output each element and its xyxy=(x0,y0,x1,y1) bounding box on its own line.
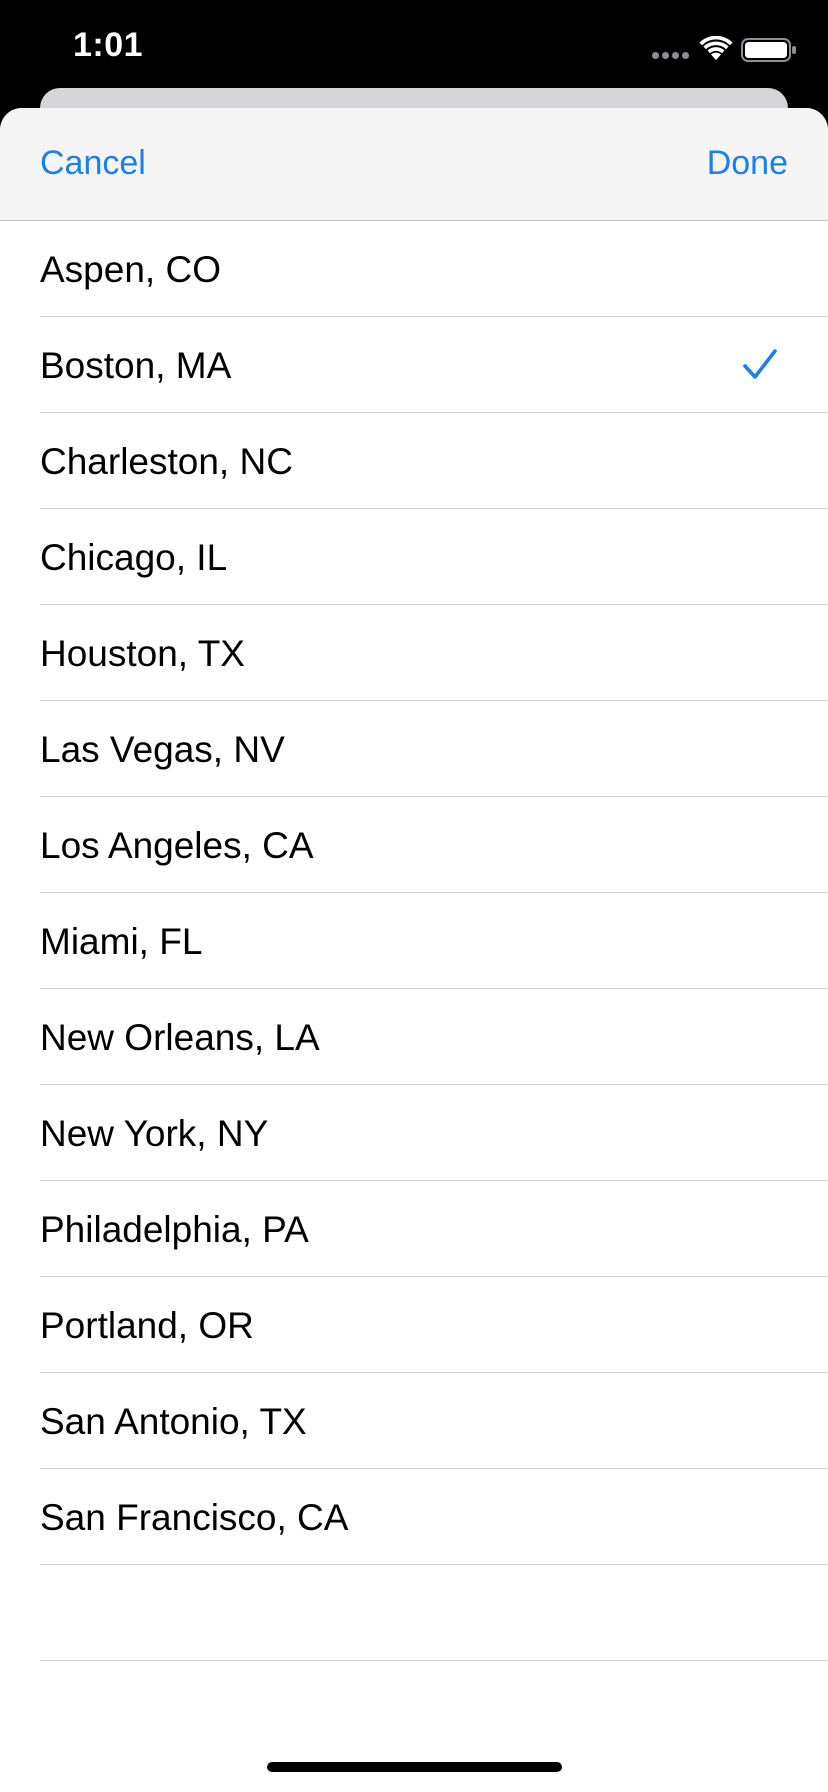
city-row[interactable]: San Antonio, TX xyxy=(0,1373,828,1469)
city-label: Houston, TX xyxy=(40,633,245,674)
city-label: Los Angeles, CA xyxy=(40,825,314,866)
city-label: San Antonio, TX xyxy=(40,1401,307,1442)
city-row[interactable]: Los Angeles, CA xyxy=(0,797,828,893)
city-row[interactable]: Miami, FL xyxy=(0,893,828,989)
signal-dots-icon xyxy=(652,52,692,60)
city-label: Philadelphia, PA xyxy=(40,1209,309,1250)
status-bar: 1:01 xyxy=(0,0,828,96)
city-label: Aspen, CO xyxy=(40,249,221,290)
city-row[interactable]: Portland, OR xyxy=(0,1277,828,1373)
battery-icon xyxy=(741,38,796,62)
city-label: Boston, MA xyxy=(40,345,232,386)
done-button[interactable]: Done xyxy=(707,144,788,183)
city-row[interactable]: Philadelphia, PA xyxy=(0,1181,828,1277)
city-row[interactable]: Boston, MA xyxy=(0,317,828,413)
home-indicator[interactable] xyxy=(267,1762,562,1772)
city-label: Charleston, NC xyxy=(40,441,293,482)
city-label: New York, NY xyxy=(40,1113,269,1154)
cancel-button[interactable]: Cancel xyxy=(40,144,146,183)
city-row[interactable]: New Orleans, LA xyxy=(0,989,828,1085)
wifi-icon xyxy=(699,36,733,60)
status-time: 1:01 xyxy=(73,26,144,64)
city-label: Miami, FL xyxy=(40,921,203,962)
checkmark-icon xyxy=(743,349,777,379)
city-row[interactable]: Aspen, CO xyxy=(0,221,828,317)
city-label: Chicago, IL xyxy=(40,537,228,578)
city-list: Aspen, CO Boston, MA Charleston, NC Chic… xyxy=(0,221,828,1661)
city-row[interactable]: New York, NY xyxy=(0,1085,828,1181)
city-row[interactable]: San Francisco, CA xyxy=(0,1469,828,1565)
city-label: San Francisco, CA xyxy=(40,1497,349,1538)
phone-screen: 1:01 Cancel Done Aspen, CO Boston, MA Ch… xyxy=(0,0,828,1792)
city-label: Portland, OR xyxy=(40,1305,254,1346)
empty-list-row xyxy=(0,1565,828,1661)
city-picker-sheet: Cancel Done Aspen, CO Boston, MA Charles… xyxy=(0,108,828,1792)
city-row[interactable]: Houston, TX xyxy=(0,605,828,701)
navigation-bar: Cancel Done xyxy=(0,108,828,221)
city-row[interactable]: Las Vegas, NV xyxy=(0,701,828,797)
city-row[interactable]: Charleston, NC xyxy=(0,413,828,509)
city-row[interactable]: Chicago, IL xyxy=(0,509,828,605)
city-label: Las Vegas, NV xyxy=(40,729,285,770)
city-label: New Orleans, LA xyxy=(40,1017,320,1058)
